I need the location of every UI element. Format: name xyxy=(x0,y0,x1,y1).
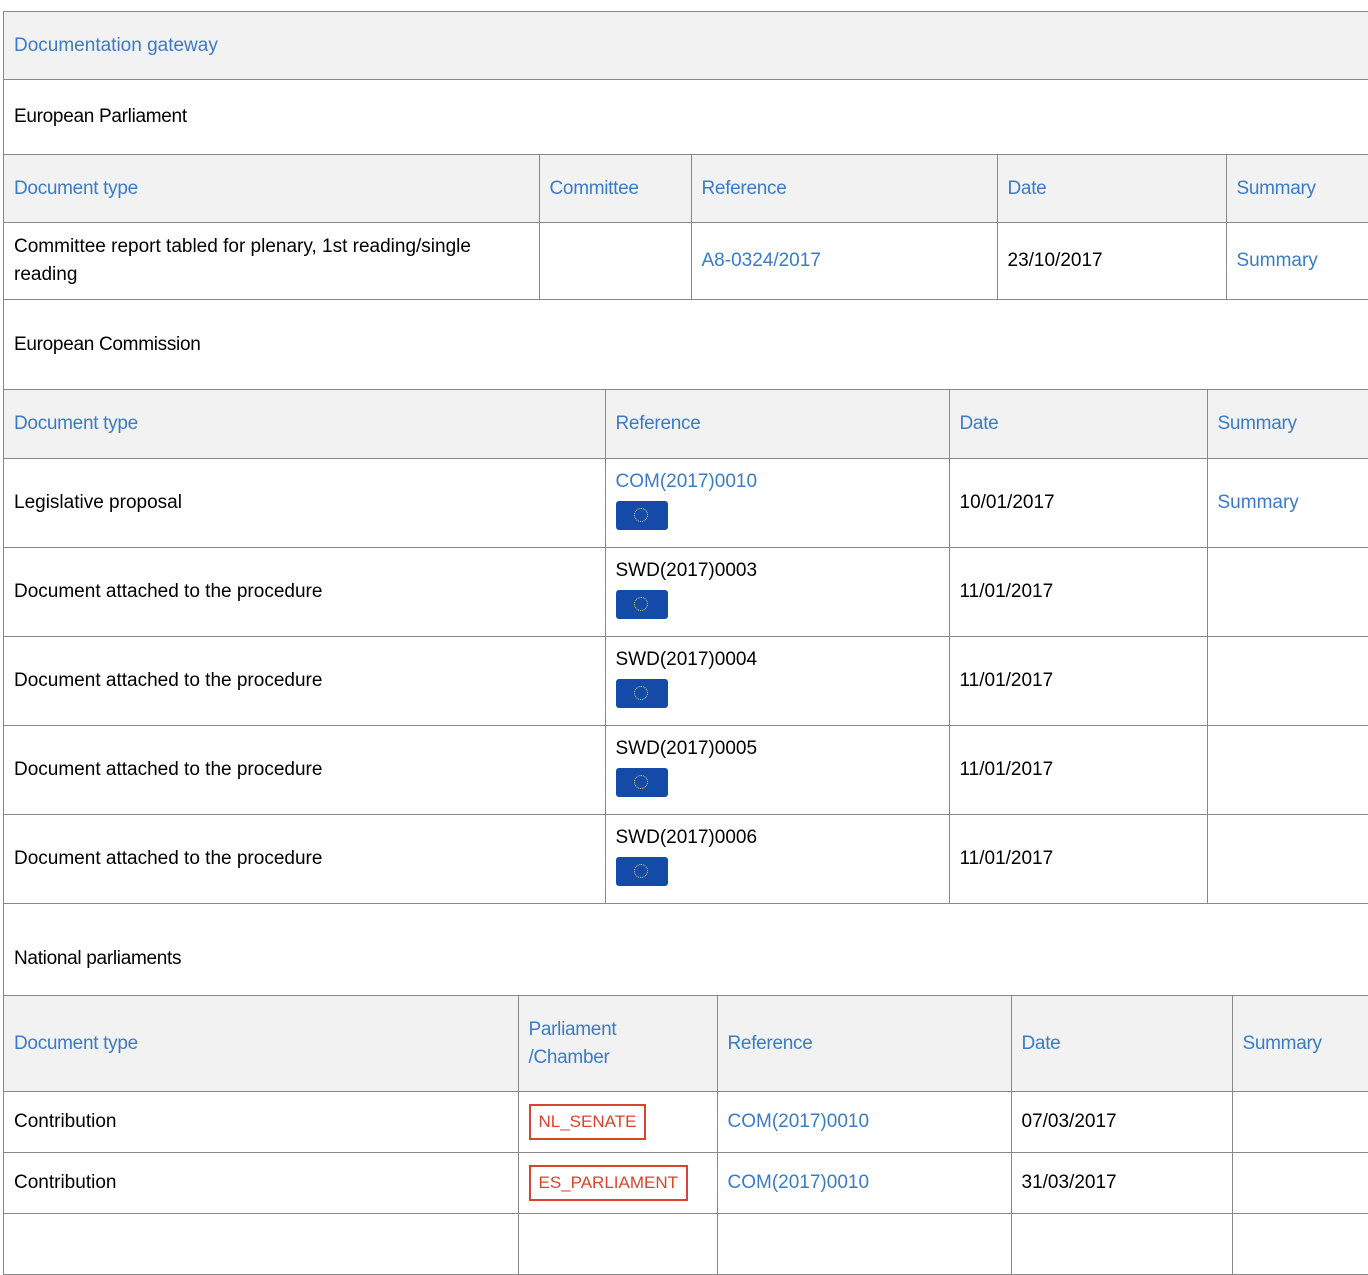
section-title-european-parliament: European Parliament xyxy=(14,106,187,127)
doc-type-cell: Document attached to the procedure xyxy=(4,547,606,637)
doc-type-cell: Document attached to the procedure xyxy=(4,725,606,815)
gateway-header[interactable]: Documentation gateway xyxy=(4,12,1368,80)
summary-cell xyxy=(1206,636,1368,726)
reference-cell: SWD(2017)0005 xyxy=(604,725,950,815)
ep-header-row: Document type Committee Reference Date S… xyxy=(4,154,1368,223)
summary-link[interactable]: Summary xyxy=(1225,222,1368,300)
doc-type-cell: Contribution xyxy=(4,1152,519,1214)
col-header-summary[interactable]: Summary xyxy=(1231,995,1368,1092)
table-row: Document attached to the procedure SWD(2… xyxy=(4,547,1368,637)
reference-cell xyxy=(716,1213,1012,1275)
summary-cell xyxy=(1231,1091,1368,1153)
ep-table: Document type Committee Reference Date S… xyxy=(4,154,1368,300)
section-title-national-parliaments: National parliaments xyxy=(14,947,182,969)
reference-link[interactable]: A8-0324/2017 xyxy=(690,222,998,300)
col-header-date[interactable]: Date xyxy=(948,389,1208,459)
reference-cell: SWD(2017)0003 xyxy=(604,547,950,637)
chamber-cell xyxy=(517,1213,718,1275)
reference-cell: SWD(2017)0004 xyxy=(604,636,950,726)
np-table: Document type Parliament /Chamber Refere… xyxy=(4,995,1368,1275)
eu-flag-icon[interactable] xyxy=(615,501,668,530)
table-row: Contribution NL_SENATE COM(2017)0010 07/… xyxy=(4,1091,1368,1153)
col-header-document-type[interactable]: Document type xyxy=(4,154,540,223)
summary-cell xyxy=(1231,1213,1368,1275)
reference-text: SWD(2017)0006 xyxy=(615,827,758,848)
col-header-summary[interactable]: Summary xyxy=(1206,389,1368,459)
doc-type-cell: Document attached to the procedure xyxy=(4,636,606,726)
col-header-document-type[interactable]: Document type xyxy=(4,995,519,1092)
col-header-parliament-chamber-label: Parliament /Chamber xyxy=(528,1018,617,1068)
col-header-parliament-chamber[interactable]: Parliament /Chamber xyxy=(517,995,718,1092)
date-cell xyxy=(1010,1213,1233,1275)
np-header-row: Document type Parliament /Chamber Refere… xyxy=(4,995,1368,1092)
table-row: Contribution ES_PARLIAMENT COM(2017)0010… xyxy=(4,1152,1368,1214)
eu-flag-icon[interactable] xyxy=(615,679,668,708)
col-header-date[interactable]: Date xyxy=(1010,995,1233,1092)
summary-cell xyxy=(1206,547,1368,637)
summary-link[interactable]: Summary xyxy=(1206,458,1368,548)
table-row: Document attached to the procedure SWD(2… xyxy=(4,814,1368,904)
doc-type-cell: Contribution xyxy=(4,1091,519,1153)
section-title-european-commission: European Commission xyxy=(14,333,201,355)
documentation-gateway-panel: Documentation gateway European Parliamen… xyxy=(3,11,1368,1275)
chamber-cell: NL_SENATE xyxy=(517,1091,718,1153)
ec-table: Document type Reference Date Summary Leg… xyxy=(4,389,1368,904)
col-header-reference[interactable]: Reference xyxy=(716,995,1012,1092)
reference-text: SWD(2017)0005 xyxy=(615,738,758,759)
eu-flag-icon[interactable] xyxy=(615,857,668,886)
doc-type-cell xyxy=(4,1213,519,1275)
table-row xyxy=(4,1213,1368,1275)
chamber-cell: ES_PARLIAMENT xyxy=(517,1152,718,1214)
reference-cell: COM(2017)0010 xyxy=(604,458,950,548)
eu-flag-icon[interactable] xyxy=(615,768,668,797)
gateway-title[interactable]: Documentation gateway xyxy=(14,35,218,57)
col-header-committee[interactable]: Committee xyxy=(538,154,692,223)
col-header-reference[interactable]: Reference xyxy=(690,154,998,223)
reference-link[interactable]: COM(2017)0010 xyxy=(716,1091,1012,1153)
table-row: Legislative proposal COM(2017)0010 10/01… xyxy=(4,458,1368,548)
doc-type-cell: Legislative proposal xyxy=(4,458,606,548)
reference-link[interactable]: COM(2017)0010 xyxy=(716,1152,1012,1214)
reference-text: SWD(2017)0003 xyxy=(615,560,758,581)
summary-cell xyxy=(1206,725,1368,815)
date-cell: 11/01/2017 xyxy=(948,636,1208,726)
chamber-badge[interactable]: ES_PARLIAMENT xyxy=(528,1165,689,1201)
col-header-document-type[interactable]: Document type xyxy=(4,389,606,459)
chamber-badge[interactable]: NL_SENATE xyxy=(528,1104,647,1140)
date-cell: 23/10/2017 xyxy=(996,222,1227,300)
committee-cell xyxy=(538,222,692,300)
date-cell: 10/01/2017 xyxy=(948,458,1208,548)
reference-link[interactable]: COM(2017)0010 xyxy=(616,471,758,492)
date-cell: 31/03/2017 xyxy=(1010,1152,1233,1214)
reference-text: SWD(2017)0004 xyxy=(615,649,758,670)
col-header-summary[interactable]: Summary xyxy=(1225,154,1368,223)
table-row: Document attached to the procedure SWD(2… xyxy=(4,725,1368,815)
col-header-reference[interactable]: Reference xyxy=(604,389,950,459)
col-header-date[interactable]: Date xyxy=(996,154,1227,223)
doc-type-cell: Committee report tabled for plenary, 1st… xyxy=(4,222,540,300)
date-cell: 07/03/2017 xyxy=(1010,1091,1233,1153)
date-cell: 11/01/2017 xyxy=(948,725,1208,815)
reference-cell: SWD(2017)0006 xyxy=(604,814,950,904)
eu-flag-icon[interactable] xyxy=(615,590,668,619)
summary-cell xyxy=(1206,814,1368,904)
summary-cell xyxy=(1231,1152,1368,1214)
ec-header-row: Document type Reference Date Summary xyxy=(4,389,1368,459)
date-cell: 11/01/2017 xyxy=(948,547,1208,637)
doc-type-cell: Document attached to the procedure xyxy=(4,814,606,904)
table-row: Document attached to the procedure SWD(2… xyxy=(4,636,1368,726)
date-cell: 11/01/2017 xyxy=(948,814,1208,904)
table-row: Committee report tabled for plenary, 1st… xyxy=(4,222,1368,300)
